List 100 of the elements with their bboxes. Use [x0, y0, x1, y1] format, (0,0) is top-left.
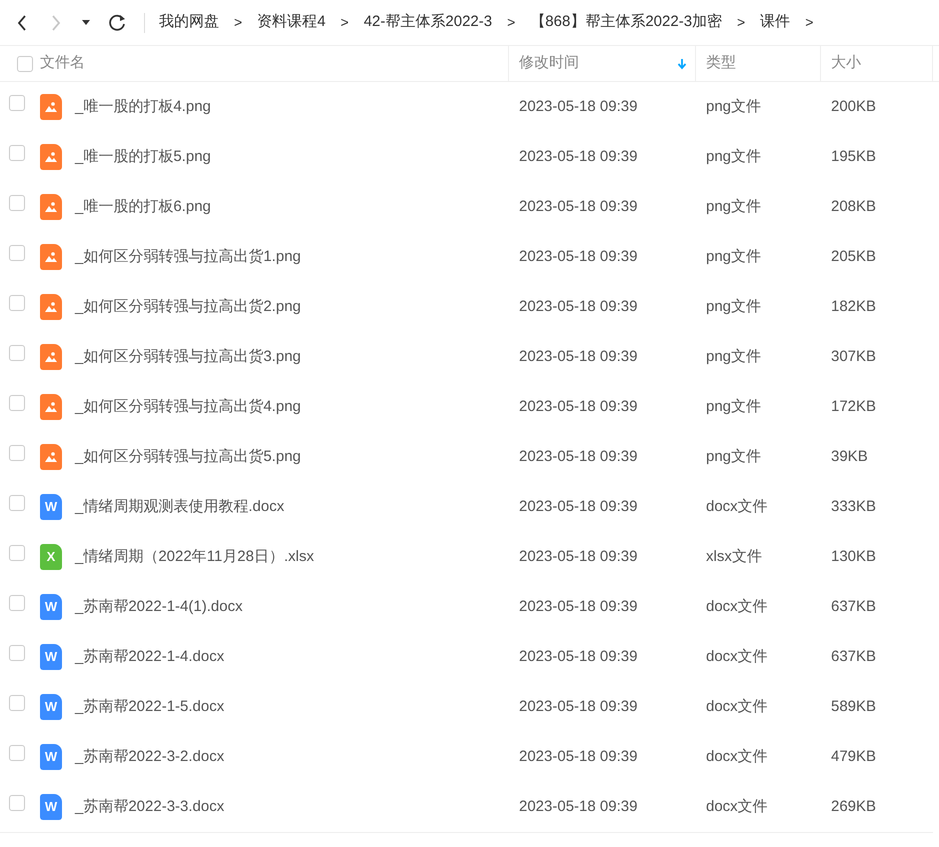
- modified-time: 2023-05-18 09:39: [518, 96, 638, 117]
- row-checkbox[interactable]: [9, 395, 25, 412]
- file-type: png文件: [705, 296, 762, 317]
- modified-time: 2023-05-18 09:39: [518, 546, 638, 567]
- file-name[interactable]: _唯一股的打板6.png: [75, 196, 211, 218]
- file-size: 130KB: [830, 546, 878, 567]
- image-file-icon: [40, 394, 62, 420]
- row-checkbox[interactable]: [9, 545, 25, 562]
- modified-time: 2023-05-18 09:39: [518, 146, 638, 167]
- file-size: 200KB: [830, 96, 878, 117]
- file-type: docx文件: [705, 746, 769, 767]
- column-header[interactable]: 类型: [706, 52, 736, 75]
- file-size: 39KB: [830, 446, 869, 467]
- file-name[interactable]: _苏南帮2022-1-4(1).docx: [75, 596, 243, 618]
- column-header[interactable]: 文件名: [40, 52, 85, 75]
- file-type: docx文件: [705, 596, 769, 617]
- modified-time: 2023-05-18 09:39: [518, 646, 638, 667]
- breadcrumb-link[interactable]: 我的网盘: [159, 11, 219, 34]
- file-size: 307KB: [830, 346, 878, 367]
- file-name[interactable]: _苏南帮2022-3-3.docx: [75, 796, 224, 818]
- file-type: docx文件: [705, 496, 769, 517]
- breadcrumb-separator: >: [340, 13, 349, 32]
- file-name[interactable]: _如何区分弱转强与拉高出货3.png: [75, 346, 301, 368]
- spreadsheet-file-icon: X: [40, 544, 62, 570]
- document-file-icon: W: [40, 494, 62, 520]
- modified-time: 2023-05-18 09:39: [518, 296, 638, 317]
- modified-time: 2023-05-18 09:39: [518, 796, 638, 817]
- row-checkbox[interactable]: [9, 295, 25, 312]
- row-checkbox[interactable]: [9, 445, 25, 462]
- image-file-icon: [40, 194, 62, 220]
- row-checkbox[interactable]: [9, 195, 25, 212]
- file-name[interactable]: _如何区分弱转强与拉高出货5.png: [75, 446, 301, 468]
- file-name[interactable]: _苏南帮2022-1-4.docx: [75, 646, 224, 668]
- sort-arrow-icon[interactable]: [677, 58, 687, 70]
- column-header[interactable]: 大小: [831, 52, 861, 75]
- file-name[interactable]: _情绪周期观测表使用教程.docx: [75, 496, 284, 518]
- file-type: png文件: [705, 196, 762, 217]
- file-name[interactable]: _如何区分弱转强与拉高出货2.png: [75, 296, 301, 318]
- file-type: docx文件: [705, 796, 769, 817]
- modified-time: 2023-05-18 09:39: [518, 246, 638, 267]
- file-size: 269KB: [830, 796, 878, 817]
- breadcrumb-link[interactable]: 【868】帮主体系2022-3加密: [530, 11, 722, 34]
- breadcrumb-separator: >: [507, 13, 516, 32]
- file-name[interactable]: _情绪周期（2022年11月28日）.xlsx: [75, 546, 314, 568]
- file-type: xlsx文件: [705, 546, 763, 567]
- file-type: docx文件: [705, 646, 769, 667]
- row-checkbox[interactable]: [9, 345, 25, 362]
- breadcrumb-separator: >: [234, 13, 242, 32]
- file-name[interactable]: _苏南帮2022-1-5.docx: [75, 696, 224, 718]
- file-size: 205KB: [830, 246, 878, 267]
- file-size: 333KB: [830, 496, 878, 517]
- image-file-icon: [40, 144, 62, 170]
- row-checkbox[interactable]: [9, 245, 25, 262]
- file-size: 195KB: [830, 146, 878, 167]
- image-file-icon: [40, 94, 62, 120]
- file-name[interactable]: _如何区分弱转强与拉高出货4.png: [75, 396, 301, 418]
- breadcrumb-link[interactable]: 42-帮主体系2022-3: [364, 11, 492, 34]
- row-checkbox[interactable]: [9, 145, 25, 162]
- row-checkbox[interactable]: [9, 95, 25, 112]
- file-size: 182KB: [830, 296, 878, 317]
- modified-time: 2023-05-18 09:39: [518, 496, 638, 517]
- file-type: png文件: [705, 246, 762, 267]
- row-checkbox[interactable]: [9, 595, 25, 612]
- file-type: png文件: [705, 346, 762, 367]
- image-file-icon: [40, 344, 62, 370]
- document-file-icon: W: [40, 594, 62, 620]
- row-checkbox[interactable]: [9, 745, 25, 762]
- modified-time: 2023-05-18 09:39: [518, 396, 638, 417]
- image-file-icon: [40, 294, 62, 320]
- image-file-icon: [40, 444, 62, 470]
- file-type: docx文件: [705, 696, 769, 717]
- column-header[interactable]: 修改时间: [519, 52, 579, 75]
- file-size: 637KB: [830, 596, 878, 617]
- select-all-checkbox[interactable]: [17, 56, 33, 72]
- file-size: 479KB: [830, 746, 878, 767]
- row-checkbox[interactable]: [9, 495, 25, 512]
- row-checkbox[interactable]: [9, 645, 25, 662]
- modified-time: 2023-05-18 09:39: [518, 446, 638, 467]
- file-name[interactable]: _苏南帮2022-3-2.docx: [75, 746, 224, 768]
- row-checkbox[interactable]: [9, 795, 25, 812]
- file-type: png文件: [705, 96, 762, 117]
- file-type: png文件: [705, 396, 762, 417]
- file-name[interactable]: _唯一股的打板4.png: [75, 96, 211, 118]
- modified-time: 2023-05-18 09:39: [518, 346, 638, 367]
- file-name[interactable]: _唯一股的打板5.png: [75, 146, 211, 168]
- file-size: 172KB: [830, 396, 878, 417]
- modified-time: 2023-05-18 09:39: [518, 746, 638, 767]
- document-file-icon: W: [40, 744, 62, 770]
- file-size: 637KB: [830, 646, 878, 667]
- breadcrumb-link[interactable]: 资料课程4: [257, 11, 326, 34]
- document-file-icon: W: [40, 694, 62, 720]
- file-type: png文件: [705, 446, 762, 467]
- refresh-icon: [108, 12, 128, 32]
- row-checkbox[interactable]: [9, 695, 25, 712]
- image-file-icon: [40, 244, 62, 270]
- document-file-icon: W: [40, 794, 62, 820]
- file-size: 208KB: [830, 196, 878, 217]
- file-name[interactable]: _如何区分弱转强与拉高出货1.png: [75, 246, 301, 268]
- modified-time: 2023-05-18 09:39: [518, 196, 638, 217]
- breadcrumb-link[interactable]: 课件: [760, 11, 790, 34]
